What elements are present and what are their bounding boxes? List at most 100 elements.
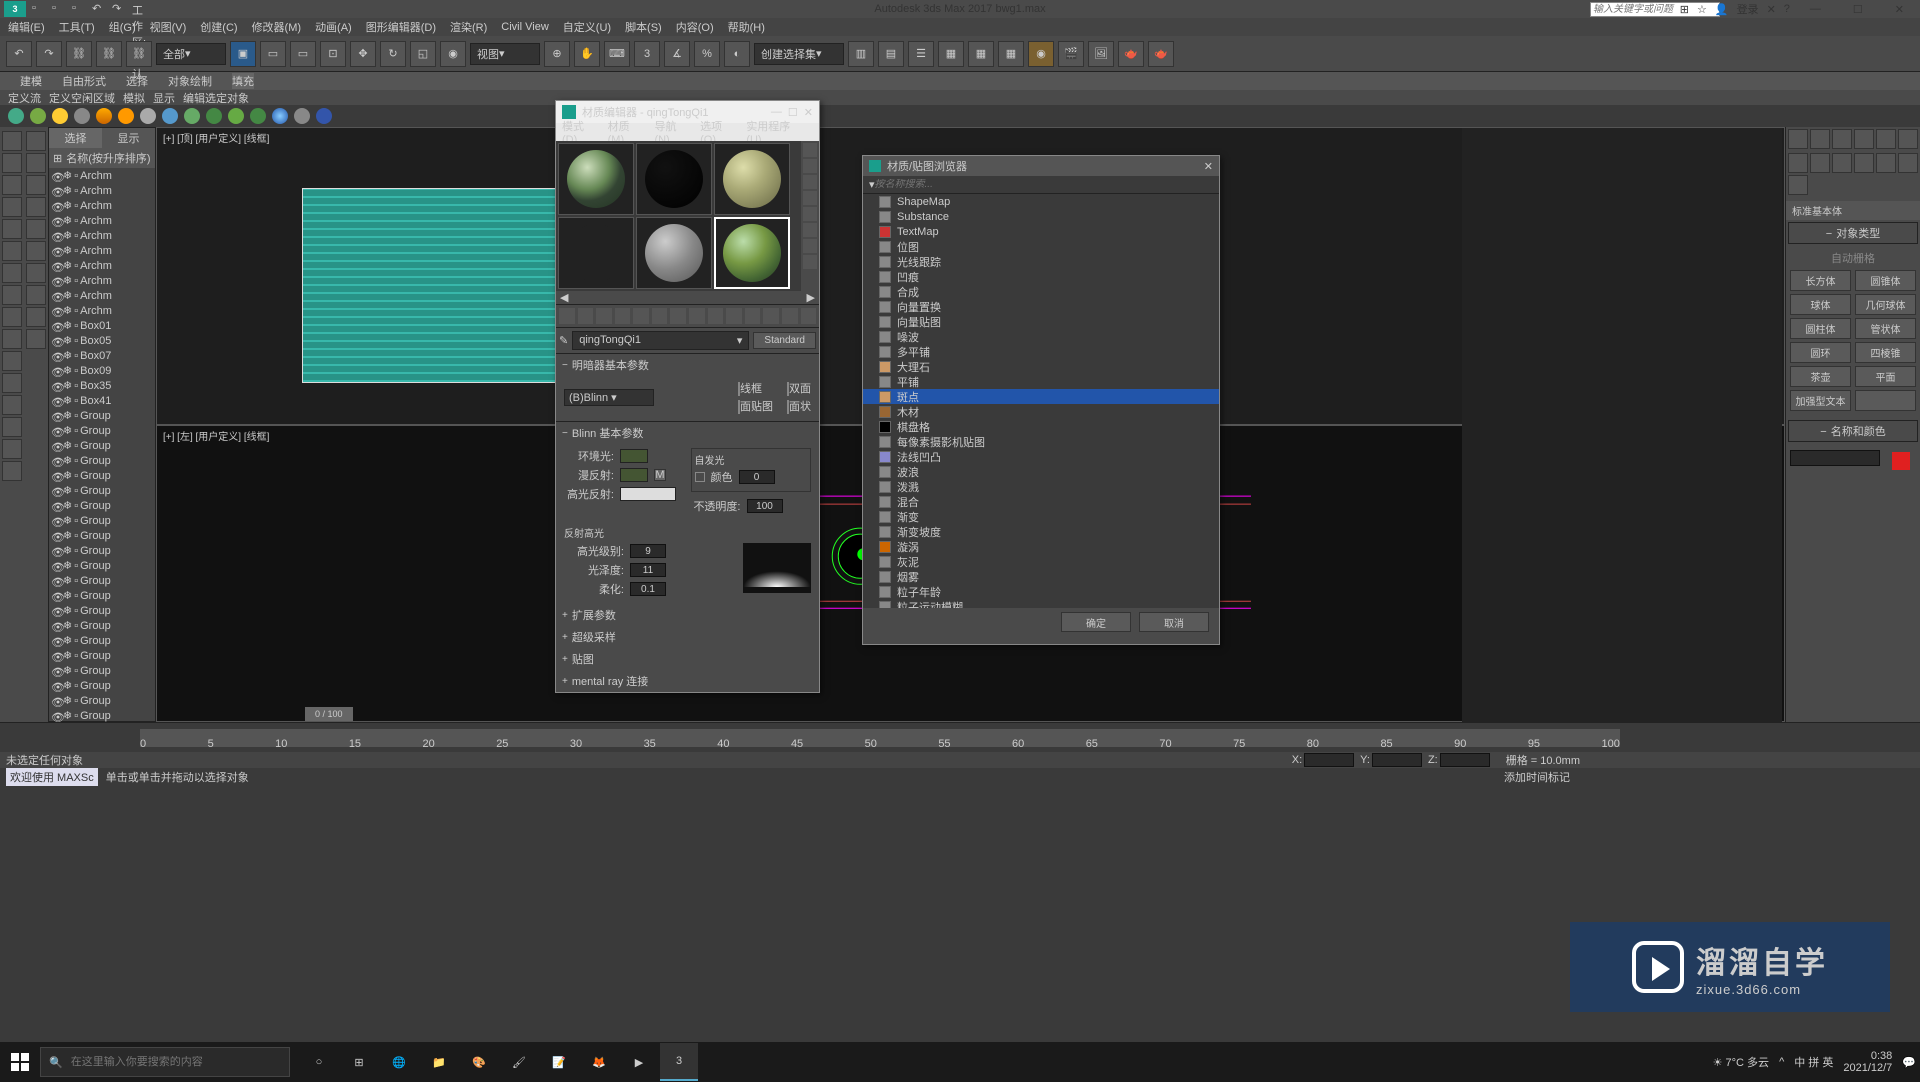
tool-icon[interactable]: [2, 373, 22, 393]
maximize-icon[interactable]: ☐: [788, 106, 798, 119]
menu-item[interactable]: 自定义(U): [563, 19, 611, 35]
scene-item[interactable]: 👁❄▫Archm: [49, 258, 155, 273]
ref-coord-combo[interactable]: 视图 ▾: [470, 43, 540, 65]
y-input[interactable]: [1372, 753, 1422, 767]
render-iterative[interactable]: 🫖: [1148, 41, 1174, 67]
tool-icon[interactable]: [26, 175, 46, 195]
menu-item[interactable]: 图形编辑器(D): [366, 19, 436, 35]
mentalray-rollout[interactable]: + mental ray 连接: [556, 670, 819, 692]
fx-icon[interactable]: [8, 108, 24, 124]
scene-item[interactable]: 👁❄▫Group: [49, 513, 155, 528]
fx-icon[interactable]: [118, 108, 134, 124]
placement-button[interactable]: ◉: [440, 41, 466, 67]
browser-item[interactable]: 位图: [863, 239, 1219, 254]
me-side-icon[interactable]: [803, 207, 817, 221]
ambient-swatch[interactable]: [620, 449, 648, 463]
shader-combo[interactable]: (B)Blinn ▾: [564, 389, 654, 406]
me-tbtn[interactable]: [578, 308, 594, 324]
manipulate-button[interactable]: ✋: [574, 41, 600, 67]
edge-icon[interactable]: 🌐: [380, 1043, 418, 1081]
primitive-button[interactable]: 加强型文本: [1790, 390, 1851, 411]
window-crossing-button[interactable]: ⊡: [320, 41, 346, 67]
primitive-button[interactable]: 茶壶: [1790, 366, 1851, 387]
primitive-button[interactable]: 四棱锥: [1855, 342, 1916, 363]
create-tab[interactable]: [1788, 129, 1808, 149]
lights-tab[interactable]: [1832, 153, 1852, 173]
browser-item[interactable]: ShapeMap: [863, 194, 1219, 209]
scene-item[interactable]: 👁❄▫Box35: [49, 378, 155, 393]
primitive-button[interactable]: 圆锥体: [1855, 270, 1916, 291]
tool-icon[interactable]: [26, 307, 46, 327]
scale-button[interactable]: ◱: [410, 41, 436, 67]
me-tbtn[interactable]: [801, 308, 817, 324]
primitive-button[interactable]: 圆柱体: [1790, 318, 1851, 339]
browser-item[interactable]: 泼溅: [863, 479, 1219, 494]
soften-spinner[interactable]: [630, 582, 666, 596]
ime-indicator[interactable]: 中 拼 英: [1794, 1054, 1833, 1070]
percent-snap[interactable]: %: [694, 41, 720, 67]
me-side-icon[interactable]: [803, 159, 817, 173]
save-icon[interactable]: ▫: [72, 2, 86, 16]
material-name-combo[interactable]: qingTongQi1 ▾: [572, 331, 749, 350]
menu-item[interactable]: 脚本(S): [625, 19, 662, 35]
primitive-button[interactable]: 几何球体: [1855, 294, 1916, 315]
scene-item[interactable]: 👁❄▫Group: [49, 663, 155, 678]
mat-slot-6[interactable]: [714, 217, 790, 289]
weather-widget[interactable]: ☀ 7°C 多云: [1713, 1054, 1769, 1070]
scene-item[interactable]: 👁❄▫Box07: [49, 348, 155, 363]
scene-item[interactable]: 👁❄▫Box09: [49, 363, 155, 378]
browser-item[interactable]: 光线跟踪: [863, 254, 1219, 269]
spacewarps-tab[interactable]: [1898, 153, 1918, 173]
scene-item[interactable]: 👁❄▫Archm: [49, 303, 155, 318]
gloss-spinner[interactable]: [630, 563, 666, 577]
browser-item[interactable]: 粒子运动模糊: [863, 599, 1219, 608]
primitive-button[interactable]: 圆环: [1790, 342, 1851, 363]
shapes-tab[interactable]: [1810, 153, 1830, 173]
open-icon[interactable]: ▫: [52, 2, 66, 16]
browser-item[interactable]: 斑点: [863, 389, 1219, 404]
taskbar-search-input[interactable]: [71, 1056, 281, 1068]
material-type-button[interactable]: Standard: [753, 332, 816, 349]
browser-item[interactable]: TextMap: [863, 224, 1219, 239]
scene-item[interactable]: 👁❄▫Archm: [49, 288, 155, 303]
tool-icon[interactable]: [2, 263, 22, 283]
mat-slot-4[interactable]: [558, 217, 634, 289]
ribbon-panel-item[interactable]: 定义空闲区域: [49, 90, 115, 106]
maxscript-label[interactable]: 欢迎使用 MAXSc: [6, 768, 98, 786]
redo-button[interactable]: ↷: [36, 41, 62, 67]
scene-item[interactable]: 👁❄▫Group: [49, 648, 155, 663]
tool-icon[interactable]: [2, 307, 22, 327]
browser-item[interactable]: 波浪: [863, 464, 1219, 479]
fx-icon[interactable]: [52, 108, 68, 124]
fx-icon[interactable]: [228, 108, 244, 124]
browser-item[interactable]: 噪波: [863, 329, 1219, 344]
user-icon[interactable]: 👤: [1715, 3, 1729, 16]
viewport-label[interactable]: [+] [顶] [用户定义] [线框]: [163, 130, 269, 145]
login-link[interactable]: 登录: [1737, 1, 1759, 17]
me-tbtn[interactable]: [726, 308, 742, 324]
scene-item[interactable]: 👁❄▫Archm: [49, 168, 155, 183]
viewport-perspective[interactable]: [1462, 128, 1782, 723]
select-region-button[interactable]: ▭: [290, 41, 316, 67]
ribbon-tab[interactable]: 建模: [20, 73, 42, 89]
scene-item[interactable]: 👁❄▫Group: [49, 603, 155, 618]
scene-item[interactable]: 👁❄▫Group: [49, 693, 155, 708]
app-icon[interactable]: 📝: [540, 1043, 578, 1081]
browser-item[interactable]: 向量置换: [863, 299, 1219, 314]
br-search-input[interactable]: [875, 179, 1213, 190]
specular-swatch[interactable]: [620, 487, 676, 501]
scene-item[interactable]: 👁❄▫Group: [49, 708, 155, 723]
tool-icon[interactable]: [2, 241, 22, 261]
browser-item[interactable]: 平铺: [863, 374, 1219, 389]
color-swatch[interactable]: [1892, 452, 1910, 470]
sun-icon[interactable]: [96, 108, 112, 124]
tool-icon[interactable]: [2, 395, 22, 415]
scene-item[interactable]: 👁❄▫Group: [49, 678, 155, 693]
fx-icon[interactable]: [316, 108, 332, 124]
ribbon-panel-item[interactable]: 模拟: [123, 90, 145, 106]
fx-icon[interactable]: [30, 108, 46, 124]
browser-item[interactable]: 混合: [863, 494, 1219, 509]
primitive-button[interactable]: 球体: [1790, 294, 1851, 315]
pick-icon[interactable]: ✎: [559, 334, 568, 347]
tool-icon[interactable]: [2, 439, 22, 459]
